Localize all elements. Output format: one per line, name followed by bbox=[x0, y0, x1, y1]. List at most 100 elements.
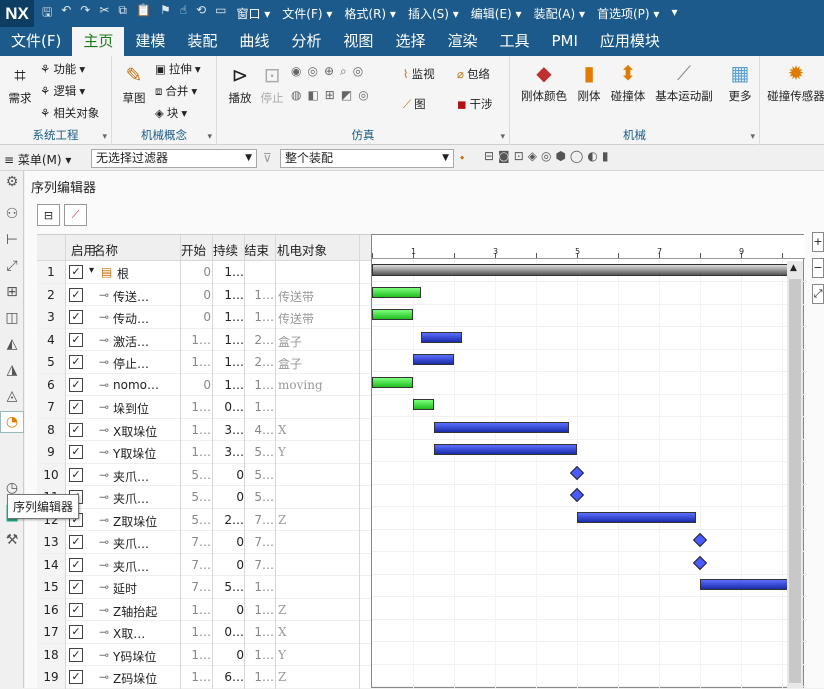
select-icon[interactable]: ⚑ bbox=[160, 3, 171, 24]
enable-checkbox[interactable]: ✓ bbox=[69, 580, 83, 594]
table-row[interactable]: 14 ✓ ⊸ 夹爪… 7… 0 7… bbox=[37, 553, 377, 576]
table-row[interactable]: 5 ✓ ⊸ 停止… 1… 1… 2… 盒子 bbox=[37, 351, 377, 374]
tab-view[interactable]: 视图 bbox=[332, 27, 384, 56]
related-objects-button[interactable]: ⚘ 相关对象 bbox=[40, 105, 99, 121]
physics-icon[interactable]: ◬ bbox=[0, 385, 24, 407]
filter-icon[interactable]: ⊽ bbox=[263, 151, 272, 165]
table-row[interactable]: 13 ✓ ⊸ 夹爪… 7… 0 7… bbox=[37, 531, 377, 554]
chevron-up-icon[interactable]: ▲ bbox=[790, 263, 797, 273]
milestone-marker[interactable] bbox=[569, 487, 585, 503]
table-row[interactable]: 19 ✓ ⊸ Z码垛位 1… 6… 1… Z bbox=[37, 666, 377, 689]
enable-checkbox[interactable]: ✓ bbox=[69, 647, 83, 662]
group-expand-icon[interactable]: ▾ bbox=[750, 132, 755, 142]
navigator-icon[interactable]: ⚇ bbox=[0, 203, 24, 225]
zoom-out-button[interactable]: − bbox=[812, 258, 824, 278]
monitor-button[interactable]: ⌇ 监视 bbox=[403, 66, 435, 82]
sim-tools-row1[interactable]: ◉◎⊕⌕◎ bbox=[291, 64, 369, 79]
timeline-icon[interactable]: ⊟ bbox=[37, 204, 60, 226]
touch-icon[interactable]: ☝ bbox=[180, 3, 187, 24]
enable-checkbox[interactable]: ✓ bbox=[69, 377, 83, 392]
table-row[interactable]: 11✓⊸夹爪…5…05… bbox=[37, 486, 377, 509]
table-row[interactable]: 9 ✓ ⊸ Y取垛位 1… 3… 5… Y bbox=[37, 441, 377, 464]
cut-icon[interactable]: ✂ bbox=[99, 3, 109, 24]
menu-overflow[interactable]: ▾ bbox=[671, 5, 677, 22]
sim-tools-row2[interactable]: ◍◧⊞◩◎ bbox=[291, 88, 375, 102]
tab-modeling[interactable]: 建模 bbox=[124, 27, 176, 56]
table-row[interactable]: 15 ✓ ⊸ 延时 7… 5… 1… bbox=[37, 576, 377, 599]
need-button[interactable]: ⌗ 需求 bbox=[4, 62, 36, 106]
col-name[interactable]: 名称 bbox=[93, 240, 118, 259]
milestone-marker[interactable] bbox=[569, 465, 585, 480]
col-end[interactable]: 结束 bbox=[244, 240, 274, 259]
scope-select[interactable]: 整个装配 ▼ bbox=[280, 149, 454, 168]
body-icon[interactable]: ◮ bbox=[0, 359, 24, 381]
shape-icon[interactable]: ◭ bbox=[0, 333, 24, 355]
block-button[interactable]: ◈ 块 ▾ bbox=[155, 105, 187, 121]
save-icon[interactable]: 🖫 bbox=[42, 3, 52, 24]
function-button[interactable]: ⚘ 功能 ▾ bbox=[40, 61, 85, 77]
window-icon[interactable]: ▭ bbox=[215, 3, 226, 24]
tab-assembly[interactable]: 装配 bbox=[176, 27, 228, 56]
copy-icon[interactable]: ⧉ bbox=[118, 3, 127, 24]
menu-window[interactable]: 窗口 ▾ bbox=[236, 5, 270, 22]
sketch-button[interactable]: ✎ 草图 bbox=[118, 62, 150, 106]
menu-preferences[interactable]: 首选项(P) ▾ bbox=[597, 5, 659, 22]
envelope-button[interactable]: ⌀ 包络 bbox=[457, 66, 490, 82]
table-row[interactable]: 6 ✓ ⊸ nomo… 0 1… 1… moving bbox=[37, 373, 377, 396]
root-bar[interactable] bbox=[372, 264, 803, 276]
enable-checkbox[interactable]: ✓ bbox=[69, 310, 83, 324]
sequence-editor-icon[interactable]: ◔ bbox=[0, 411, 24, 433]
menu-button[interactable]: ≡ 菜单(M) ▾ bbox=[4, 151, 71, 168]
undo-icon[interactable]: ↶ bbox=[61, 3, 71, 24]
tab-file[interactable]: 文件(F) bbox=[0, 27, 72, 56]
gantt-chart[interactable]: 1 3 5 7 9 bbox=[371, 234, 805, 689]
part-navigator-icon[interactable]: ⊢ bbox=[0, 229, 24, 251]
tab-render[interactable]: 渲染 bbox=[436, 27, 488, 56]
more-button[interactable]: ▦ 更多 bbox=[722, 60, 758, 104]
col-object[interactable]: 机电对象 bbox=[277, 240, 327, 259]
table-row[interactable]: 7 ✓ ⊸ 垛到位 1… 0… 1… bbox=[37, 396, 377, 419]
operation-bar[interactable] bbox=[372, 286, 422, 298]
table-row[interactable]: 17 ✓ ⊸ X取… 1… 0… 1… X bbox=[37, 621, 377, 644]
redo-icon[interactable]: ↷ bbox=[80, 3, 90, 24]
table-row[interactable]: 10 ✓ ⊸ 夹爪… 5… 0 5… bbox=[37, 463, 377, 486]
snap-icon[interactable]: ⬩ bbox=[460, 150, 464, 165]
col-start[interactable]: 开始 bbox=[181, 240, 211, 259]
operation-bar[interactable] bbox=[372, 376, 413, 388]
enable-checkbox[interactable]: ✓ bbox=[69, 287, 83, 302]
menu-edit[interactable]: 编辑(E) ▾ bbox=[471, 5, 522, 22]
operation-bar[interactable] bbox=[433, 421, 569, 433]
operation-bar[interactable] bbox=[433, 444, 577, 455]
graph-edit-icon[interactable]: ⟋ bbox=[64, 204, 87, 226]
enable-checkbox[interactable]: ✓ bbox=[69, 535, 83, 549]
table-row[interactable]: 2 ✓ ⊸ 传送… 0 1… 1… 传送带 bbox=[37, 283, 377, 306]
enable-checkbox[interactable]: ✓ bbox=[69, 602, 83, 617]
menu-format[interactable]: 格式(R) ▾ bbox=[344, 5, 396, 22]
tab-analysis[interactable]: 分析 bbox=[280, 27, 332, 56]
group-expand-icon[interactable]: ▾ bbox=[207, 132, 212, 142]
table-row[interactable]: 8 ✓ ⊸ X取垛位 1… 3… 4… X bbox=[37, 418, 377, 441]
milestone-marker[interactable] bbox=[692, 555, 708, 570]
enable-checkbox[interactable]: ✓ bbox=[69, 332, 83, 347]
operation-bar[interactable] bbox=[413, 354, 454, 365]
table-row[interactable]: 18 ✓ ⊸ Y码垛位 1… 0 1… Y bbox=[37, 643, 377, 666]
interference-button[interactable]: ◼ 干涉 bbox=[457, 96, 493, 112]
enable-checkbox[interactable]: ✓ bbox=[69, 422, 83, 437]
tab-select[interactable]: 选择 bbox=[384, 27, 436, 56]
menu-insert[interactable]: 插入(S) ▾ bbox=[408, 5, 459, 22]
operation-bar[interactable] bbox=[577, 511, 696, 523]
merge-button[interactable]: ⧈ 合并 ▾ bbox=[155, 83, 197, 99]
milestone-marker[interactable] bbox=[692, 532, 708, 548]
tab-home[interactable]: 主页 bbox=[72, 27, 125, 56]
collision-sensor-button[interactable]: ✹ 碰撞传感器 bbox=[764, 60, 824, 104]
settings-icon[interactable]: ⚙ bbox=[0, 171, 24, 193]
enable-checkbox[interactable]: ✓ bbox=[69, 445, 83, 459]
operation-bar[interactable] bbox=[421, 331, 463, 343]
play-button[interactable]: ⊳ 播放 bbox=[225, 62, 255, 106]
tab-pmi[interactable]: PMI bbox=[540, 27, 588, 56]
table-row[interactable]: 3 ✓ ⊸ 传动… 0 1… 1… 传送带 bbox=[37, 306, 377, 329]
zoom-in-button[interactable]: + bbox=[812, 232, 824, 252]
vertical-scrollbar[interactable]: ▲ bbox=[787, 261, 803, 688]
rigid-body-button[interactable]: ▮ 刚体 bbox=[574, 60, 604, 104]
group-expand-icon[interactable]: ▾ bbox=[500, 132, 505, 142]
